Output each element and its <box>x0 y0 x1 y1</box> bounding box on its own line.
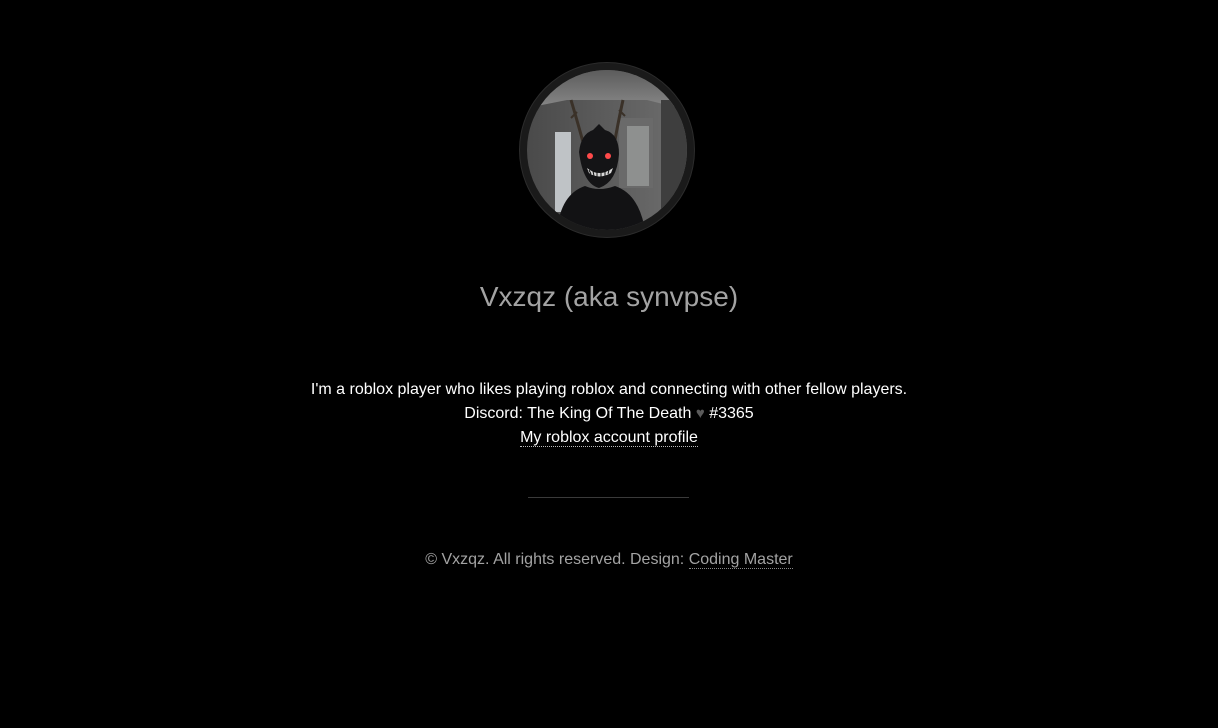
bio: I'm a roblox player who likes playing ro… <box>0 378 1218 450</box>
roblox-profile-link[interactable]: My roblox account profile <box>520 429 698 447</box>
bio-description: I'm a roblox player who likes playing ro… <box>310 381 908 398</box>
avatar <box>520 63 694 237</box>
demon-avatar-icon <box>527 70 687 230</box>
discord-line: Discord: The King Of The Death ♥ #3365 <box>0 402 1218 426</box>
discord-tag: #3365 <box>709 405 754 422</box>
profile-name: Vxzqz (aka synvpse) <box>479 281 739 312</box>
discord-name: Discord: The King Of The Death <box>464 405 692 422</box>
copyright-text: © Vxzqz. All rights reserved. Design: <box>425 551 685 568</box>
divider <box>528 497 689 498</box>
footer: © Vxzqz. All rights reserved. Design: Co… <box>0 548 1218 572</box>
profile-page: Vxzqz (aka synvpse) I'm a roblox player … <box>0 0 1218 728</box>
design-credit-link[interactable]: Coding Master <box>688 551 793 569</box>
profile-link-line: My roblox account profile <box>0 426 1218 450</box>
heart-icon: ♥ <box>695 405 705 422</box>
